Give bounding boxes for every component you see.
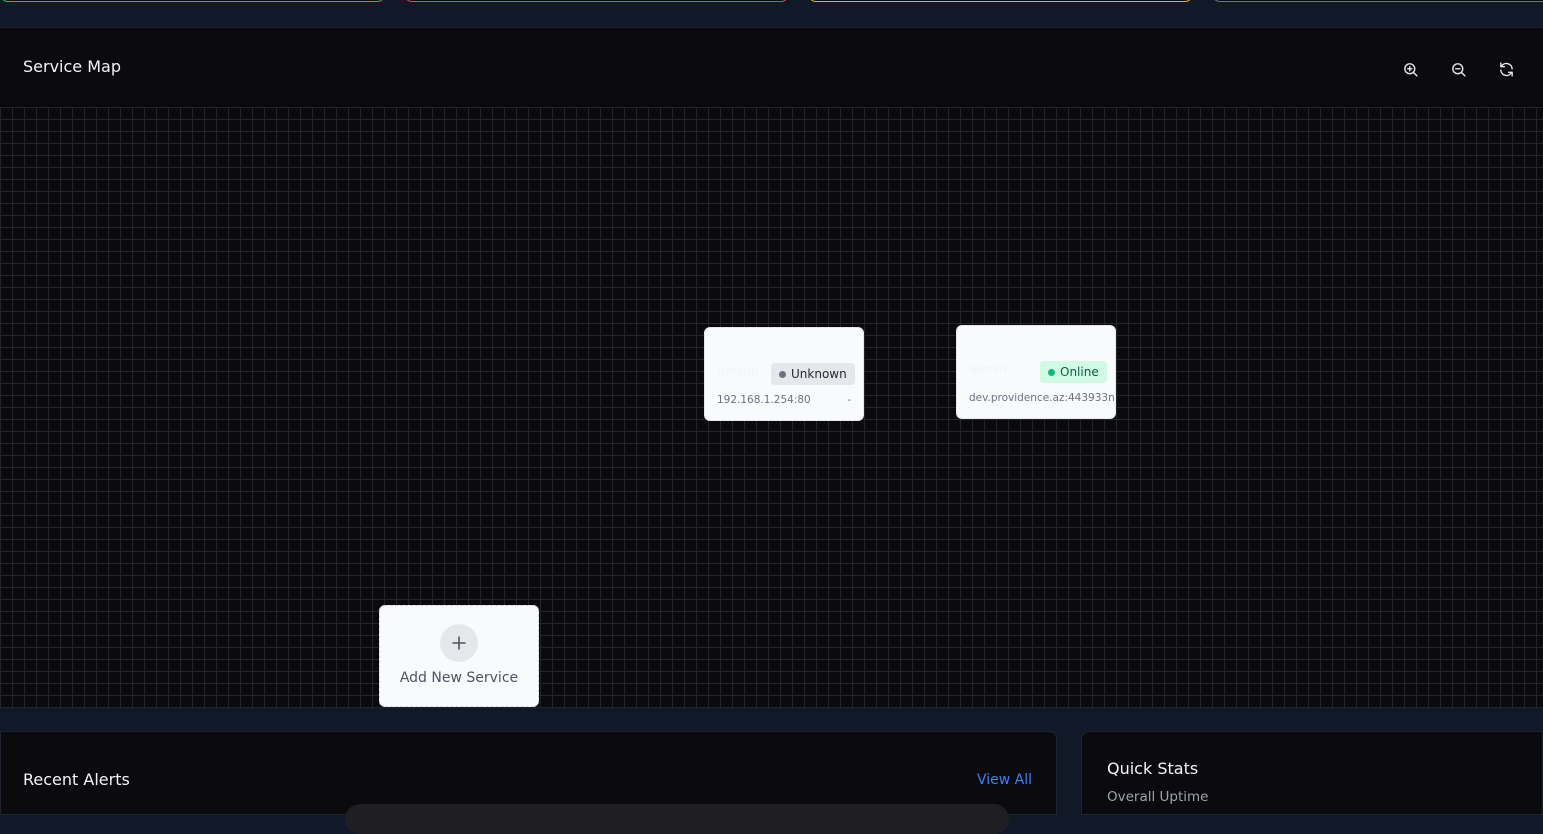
- service-node-name: default: [717, 364, 760, 378]
- zoom-in-icon: [1403, 62, 1418, 77]
- zoom-out-button[interactable]: [1447, 58, 1469, 80]
- service-node-address: 192.168.1.254:80: [717, 394, 811, 406]
- status-dot-icon: [1048, 368, 1055, 376]
- zoom-in-button[interactable]: [1399, 58, 1421, 80]
- stat-card-yellow: [808, 0, 1193, 2]
- service-map-title: Service Map: [23, 57, 121, 76]
- floating-bottom-bar: [345, 804, 1009, 834]
- stat-card-blue: [1212, 0, 1543, 2]
- service-node-address: dev.providence.az:443933n: [969, 392, 1115, 404]
- status-label: Unknown: [791, 367, 847, 381]
- status-badge: Unknown: [771, 363, 855, 385]
- plus-icon: [452, 636, 466, 650]
- service-node-default[interactable]: default Unknown 192.168.1.254:80 -: [704, 327, 864, 421]
- status-dot-icon: [779, 370, 786, 378]
- add-service-button[interactable]: Add New Service: [379, 605, 539, 707]
- recent-alerts-panel: Recent Alerts View All: [0, 731, 1057, 815]
- stat-card-green: [0, 0, 385, 2]
- service-map-canvas[interactable]: default Unknown 192.168.1.254:80 - admin…: [0, 107, 1543, 707]
- add-service-label: Add New Service: [399, 670, 519, 686]
- zoom-out-icon: [1451, 62, 1466, 77]
- service-map-panel: Service Map default Unknown 192.168.1.25…: [0, 27, 1543, 708]
- service-node-response: -: [847, 394, 851, 406]
- service-node-admin[interactable]: admin Online dev.providence.az:443933n: [956, 325, 1116, 419]
- quick-stats-panel: Quick Stats Overall Uptime: [1081, 731, 1543, 815]
- status-label: Online: [1060, 365, 1099, 379]
- stat-card-red: [404, 0, 789, 2]
- service-node-name: admin: [969, 362, 1007, 376]
- refresh-icon: [1499, 61, 1513, 77]
- view-all-link[interactable]: View All: [977, 772, 1032, 788]
- overall-uptime-label: Overall Uptime: [1107, 789, 1209, 805]
- recent-alerts-title: Recent Alerts: [23, 770, 130, 789]
- refresh-button[interactable]: [1495, 58, 1517, 80]
- status-badge: Online: [1040, 361, 1107, 383]
- add-circle: [440, 624, 478, 662]
- quick-stats-title: Quick Stats: [1107, 759, 1199, 778]
